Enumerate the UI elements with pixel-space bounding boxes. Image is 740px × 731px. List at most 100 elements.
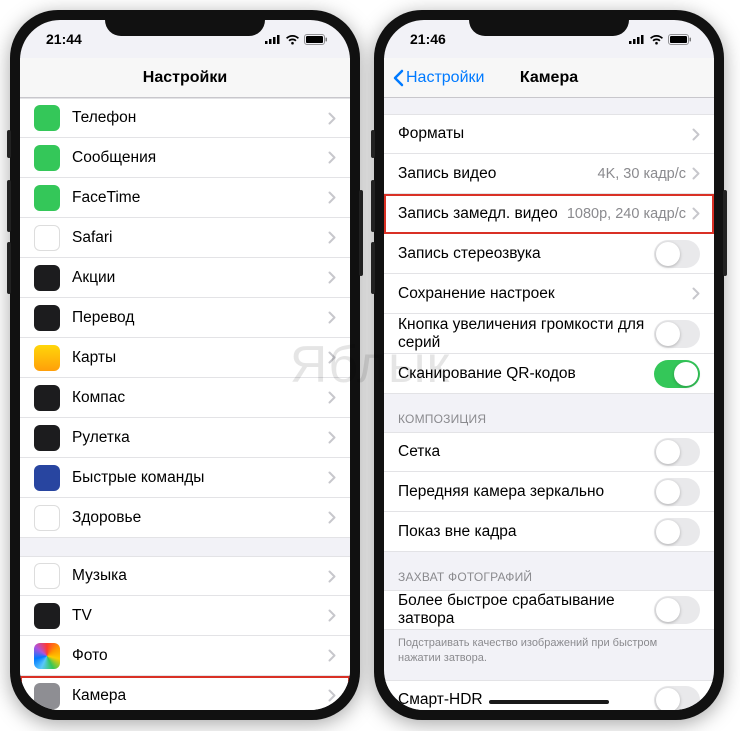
- settings-row[interactable]: Телефон: [20, 98, 350, 138]
- settings-row[interactable]: Здоровье: [20, 498, 350, 538]
- row-label: Камера: [72, 687, 328, 705]
- row-label: Сканирование QR-кодов: [398, 365, 654, 383]
- chevron-right-icon: [692, 167, 700, 180]
- section-header-capture: ЗАХВАТ ФОТОГРАФИЙ: [384, 552, 714, 590]
- back-button[interactable]: Настройки: [392, 69, 484, 87]
- cellular-icon: [629, 34, 645, 44]
- settings-row[interactable]: Кнопка увеличения громкости для серий: [384, 314, 714, 354]
- chevron-right-icon: [328, 511, 336, 524]
- row-label: Сохранение настроек: [398, 285, 692, 303]
- settings-row[interactable]: Запись стереозвука: [384, 234, 714, 274]
- row-label: Передняя камера зеркально: [398, 483, 654, 501]
- stocks-icon: [34, 265, 60, 291]
- battery-icon: [668, 34, 692, 45]
- wifi-icon: [649, 34, 664, 45]
- settings-row[interactable]: Фото: [20, 636, 350, 676]
- chevron-left-icon: [392, 69, 404, 87]
- section-footer-capture: Подстраивать качество изображений при бы…: [384, 630, 714, 668]
- row-label: Компас: [72, 389, 328, 407]
- toggle-switch[interactable]: [654, 478, 700, 506]
- settings-list[interactable]: Телефон Сообщения FaceTime Safari Акции …: [20, 98, 350, 710]
- nav-bar: Настройки: [20, 58, 350, 98]
- settings-row[interactable]: Safari: [20, 218, 350, 258]
- settings-row[interactable]: Форматы: [384, 114, 714, 154]
- row-label: Запись видео: [398, 165, 598, 183]
- toggle-switch[interactable]: [654, 518, 700, 546]
- row-label: FaceTime: [72, 189, 328, 207]
- row-label: Быстрые команды: [72, 469, 328, 487]
- chevron-right-icon: [328, 311, 336, 324]
- row-label: Телефон: [72, 109, 328, 127]
- settings-row[interactable]: TV: [20, 596, 350, 636]
- settings-row[interactable]: Передняя камера зеркально: [384, 472, 714, 512]
- chevron-right-icon: [328, 351, 336, 364]
- settings-row[interactable]: FaceTime: [20, 178, 350, 218]
- chevron-right-icon: [328, 609, 336, 622]
- toggle-switch[interactable]: [654, 438, 700, 466]
- page-title: Камера: [520, 69, 578, 87]
- chevron-right-icon: [328, 112, 336, 125]
- row-label: Рулетка: [72, 429, 328, 447]
- camera-settings-list[interactable]: Форматы Запись видео 4K, 30 кадр/с Запис…: [384, 98, 714, 710]
- settings-row[interactable]: Компас: [20, 378, 350, 418]
- chevron-right-icon: [692, 287, 700, 300]
- toggle-switch[interactable]: [654, 596, 700, 624]
- nav-bar: Настройки Камера: [384, 58, 714, 98]
- home-indicator[interactable]: [489, 700, 609, 704]
- chevron-right-icon: [328, 191, 336, 204]
- settings-row[interactable]: Карты: [20, 338, 350, 378]
- settings-row[interactable]: Смарт-HDR: [384, 680, 714, 710]
- translate-icon: [34, 305, 60, 331]
- settings-row[interactable]: Запись видео 4K, 30 кадр/с: [384, 154, 714, 194]
- camera-icon: [34, 683, 60, 709]
- row-label: Перевод: [72, 309, 328, 327]
- page-title: Настройки: [143, 69, 227, 87]
- row-label: Музыка: [72, 567, 328, 585]
- section-header-composition: КОМПОЗИЦИЯ: [384, 394, 714, 432]
- status-time: 21:44: [46, 31, 82, 47]
- settings-row[interactable]: Музыка: [20, 556, 350, 596]
- chevron-right-icon: [328, 271, 336, 284]
- toggle-switch[interactable]: [654, 360, 700, 388]
- row-label: Сетка: [398, 443, 654, 461]
- settings-row[interactable]: Акции: [20, 258, 350, 298]
- settings-row[interactable]: Сообщения: [20, 138, 350, 178]
- toggle-switch[interactable]: [654, 240, 700, 268]
- settings-row[interactable]: Более быстрое срабатывание затвора: [384, 590, 714, 630]
- toggle-switch[interactable]: [654, 320, 700, 348]
- notch: [105, 10, 265, 36]
- row-label: Кнопка увеличения громкости для серий: [398, 316, 654, 352]
- settings-row[interactable]: Перевод: [20, 298, 350, 338]
- toggle-switch[interactable]: [654, 686, 700, 710]
- cellular-icon: [265, 34, 281, 44]
- shortcuts-icon: [34, 465, 60, 491]
- chevron-right-icon: [692, 128, 700, 141]
- settings-row[interactable]: Сохранение настроек: [384, 274, 714, 314]
- settings-row[interactable]: Показ вне кадра: [384, 512, 714, 552]
- wifi-icon: [285, 34, 300, 45]
- chevron-right-icon: [328, 391, 336, 404]
- chevron-right-icon: [328, 570, 336, 583]
- status-time: 21:46: [410, 31, 446, 47]
- settings-row[interactable]: Камера: [20, 676, 350, 710]
- photos-icon: [34, 643, 60, 669]
- back-label: Настройки: [406, 69, 484, 87]
- music-icon: [34, 563, 60, 589]
- chevron-right-icon: [328, 689, 336, 702]
- maps-icon: [34, 345, 60, 371]
- settings-row[interactable]: Запись замедл. видео 1080p, 240 кадр/с: [384, 194, 714, 234]
- row-label: Сообщения: [72, 149, 328, 167]
- settings-row[interactable]: Сетка: [384, 432, 714, 472]
- chevron-right-icon: [328, 151, 336, 164]
- settings-row[interactable]: Сканирование QR-кодов: [384, 354, 714, 394]
- chevron-right-icon: [328, 649, 336, 662]
- chevron-right-icon: [328, 431, 336, 444]
- phone-icon: [34, 105, 60, 131]
- facetime-icon: [34, 185, 60, 211]
- battery-icon: [304, 34, 328, 45]
- row-value: 1080p, 240 кадр/с: [567, 206, 686, 222]
- settings-row[interactable]: Рулетка: [20, 418, 350, 458]
- settings-row[interactable]: Быстрые команды: [20, 458, 350, 498]
- row-label: Форматы: [398, 125, 692, 143]
- row-label: Карты: [72, 349, 328, 367]
